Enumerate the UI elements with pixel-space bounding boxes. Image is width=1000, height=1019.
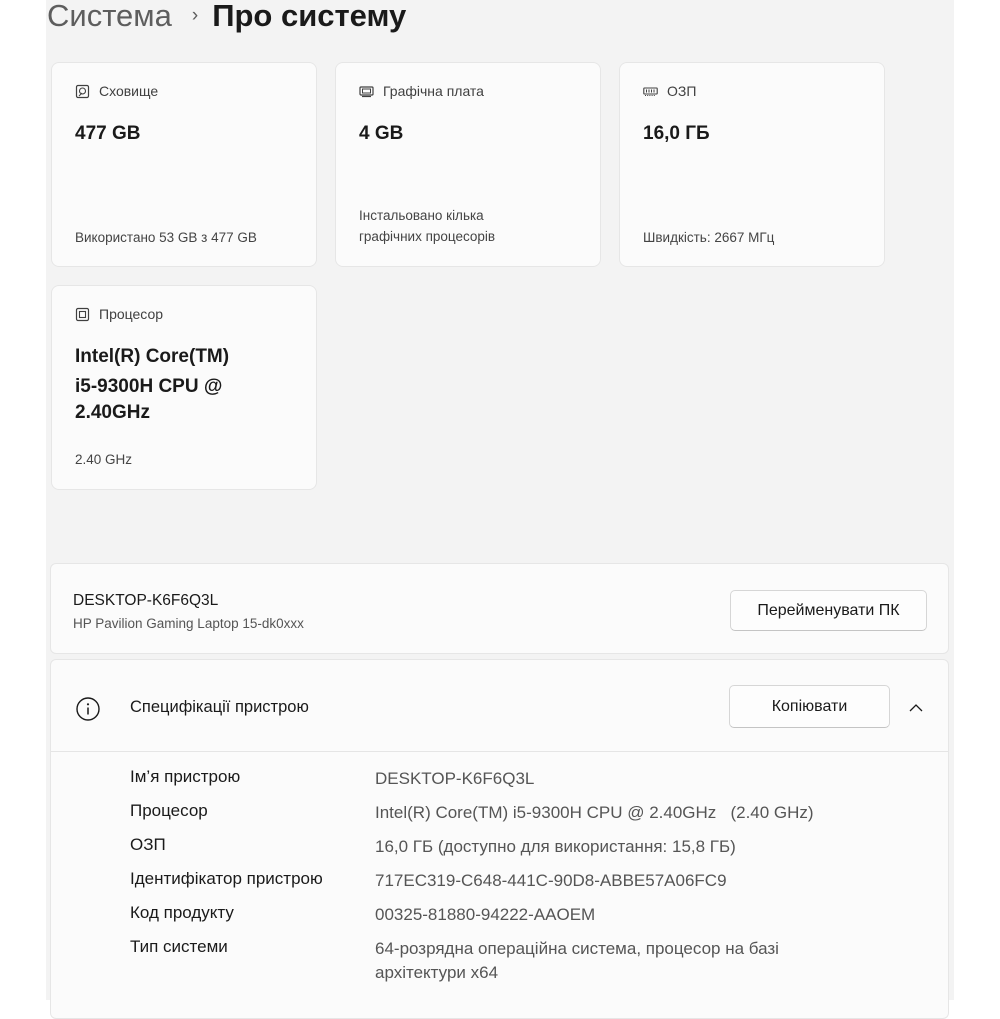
graphics-info-line-1: Інстальовано кілька (359, 208, 484, 223)
spec-label: ОЗП (130, 835, 166, 854)
processor-speed-text: 2.40 GHz (75, 452, 133, 467)
copy-button[interactable]: Копіювати (729, 685, 890, 728)
device-specs-header[interactable]: Специфікації пристрою Копіювати (51, 660, 948, 752)
graphics-card-header: Графічна плата (359, 83, 484, 99)
spec-value: 16,0 ГБ (доступно для використання: 15,8… (375, 837, 736, 856)
graphics-info-line-2: графічних процесорів (359, 229, 496, 244)
memory-icon (643, 84, 658, 99)
graphics-card-icon (359, 84, 374, 99)
processor-card: Процесор Intel(R) Core(TM) i5-9300H CPU … (51, 285, 317, 490)
graphics-memory-value: 4 GB (359, 123, 404, 144)
ram-total-value: 16,0 ГБ (643, 123, 710, 144)
spec-label: Код продукту (130, 903, 234, 922)
ram-card-title: ОЗП (667, 83, 697, 99)
storage-usage-text: Використано 53 GB з 477 GB (75, 230, 257, 245)
spec-label: Ідентифікатор пристрою (130, 869, 323, 888)
ram-card-header: ОЗП (643, 83, 696, 99)
spec-label: Тип системи (130, 937, 228, 956)
device-model: HP Pavilion Gaming Laptop 15-dk0xxx (73, 616, 304, 631)
spec-value: 717EC319-C648-441C-90D8-ABBE57A06FC9 (375, 871, 727, 890)
ram-speed-text: Швидкість: 2667 МГц (643, 230, 775, 245)
breadcrumb-separator: › (191, 5, 199, 26)
spec-value: Intel(R) Core(TM) i5-9300H CPU @ 2.40GHz… (375, 803, 814, 822)
spec-value: 00325-81880-94222-AAOEM (375, 905, 596, 924)
breadcrumb-parent-system[interactable]: Система (47, 0, 172, 34)
processor-card-title: Процесор (99, 306, 164, 322)
storage-card: Сховище 477 GB Використано 53 GB з 477 G… (51, 62, 317, 267)
chevron-up-icon[interactable] (903, 698, 929, 718)
spec-value: DESKTOP-K6F6Q3L (375, 769, 535, 788)
device-name: DESKTOP-K6F6Q3L (73, 592, 219, 609)
processor-name-line-3: 2.40GHz (75, 402, 150, 423)
storage-total-value: 477 GB (75, 123, 141, 144)
processor-icon (75, 307, 90, 322)
storage-icon (75, 84, 90, 99)
breadcrumb: Система › Про систему (47, 0, 406, 40)
info-icon (75, 696, 101, 722)
spec-value: 64-розрядна операційна система, процесор… (375, 939, 779, 982)
graphics-card-title: Графічна плата (383, 83, 484, 99)
graphics-card: Графічна плата 4 GB Інстальовано кілька … (335, 62, 601, 267)
page-title: Про систему (212, 0, 407, 33)
ram-card: ОЗП 16,0 ГБ Швидкість: 2667 МГц (619, 62, 885, 267)
processor-name-line-1: Intel(R) Core(TM) (75, 346, 230, 367)
spec-label: Ім’я пристрою (130, 767, 241, 786)
spec-label: Процесор (130, 801, 208, 820)
rename-pc-button[interactable]: Перейменувати ПК (730, 590, 927, 631)
storage-card-title: Сховище (99, 83, 159, 99)
device-specs-section: Специфікації пристрою Копіювати Ім’я при… (50, 659, 949, 1019)
device-name-card: DESKTOP-K6F6Q3L HP Pavilion Gaming Lapto… (50, 563, 949, 654)
device-specs-title: Специфікації пристрою (130, 698, 309, 716)
storage-card-header: Сховище (75, 83, 158, 99)
processor-card-header: Процесор (75, 306, 163, 322)
